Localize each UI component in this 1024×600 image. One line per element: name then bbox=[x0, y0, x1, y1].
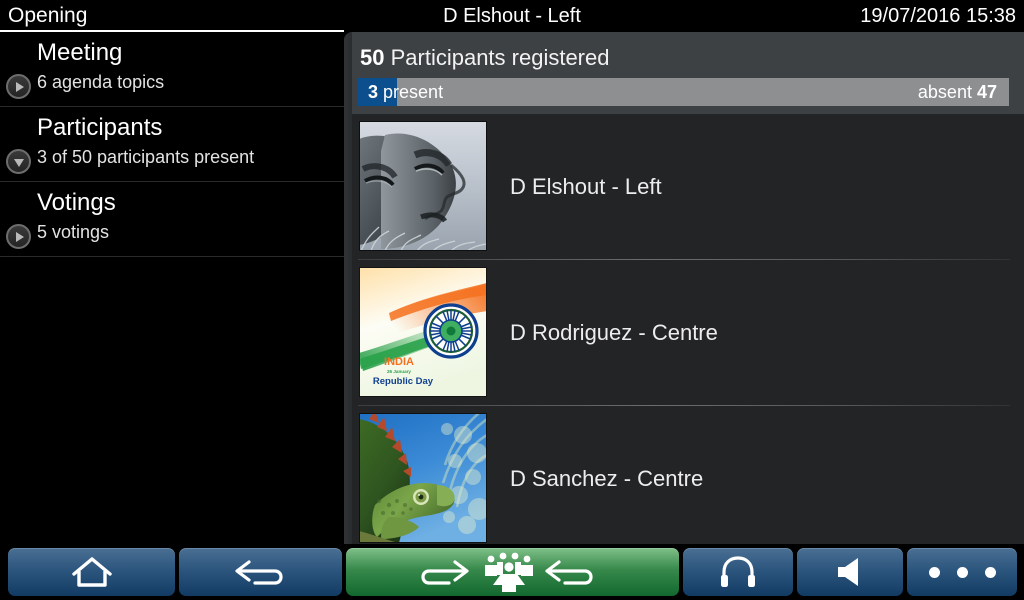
svg-text:Republic Day: Republic Day bbox=[373, 376, 434, 387]
back-arrow-icon bbox=[234, 560, 283, 585]
svg-text:26 January: 26 January bbox=[387, 369, 411, 374]
home-button[interactable] bbox=[8, 548, 175, 596]
sidebar-item-meeting-title: Meeting bbox=[37, 39, 123, 66]
list-item[interactable]: D Elshout - Left bbox=[344, 114, 1024, 260]
meeting-expand-toggle[interactable] bbox=[6, 74, 31, 99]
present-label: 3 present bbox=[368, 81, 443, 103]
participants-panel: 50 Participants registered 3 present abs… bbox=[344, 32, 1024, 544]
participant-name: D Rodriguez - Centre bbox=[510, 320, 718, 345]
attendance-progress-bar: 3 present absent 47 bbox=[358, 78, 1009, 106]
triangle-right-icon bbox=[16, 231, 24, 242]
registered-count-text: Participants registered bbox=[384, 45, 610, 70]
headphones-icon bbox=[721, 556, 755, 587]
sidebar-item-meeting-subtitle: 6 agenda topics bbox=[37, 72, 165, 92]
dot bbox=[928, 566, 940, 578]
sidebar-item-participants[interactable]: Participants 3 of 50 participants presen… bbox=[0, 107, 344, 182]
votings-expand-toggle[interactable] bbox=[6, 224, 31, 249]
dot bbox=[984, 566, 996, 578]
participant-thumbnail[interactable] bbox=[359, 121, 487, 251]
sidebar-item-votings[interactable]: Votings 5 votings bbox=[0, 182, 344, 257]
registered-count-label: 50 Participants registered bbox=[360, 44, 609, 72]
present-count: 3 bbox=[368, 82, 379, 102]
meeting-mode-button[interactable] bbox=[346, 548, 679, 596]
application-window: Opening D Elshout - Left 19/07/2016 15:3… bbox=[0, 0, 1024, 600]
dot bbox=[956, 566, 968, 578]
datetime-label: 19/07/2016 15:38 bbox=[860, 5, 1016, 27]
absent-label: absent 47 bbox=[918, 81, 997, 103]
speaker-button[interactable] bbox=[797, 548, 903, 596]
speaker-icon bbox=[838, 558, 858, 586]
list-item[interactable]: D Sanchez - Centre bbox=[344, 406, 1024, 544]
green-iguana-photo bbox=[359, 413, 487, 543]
home-icon bbox=[71, 557, 112, 587]
india-republic-day-flag-photo: INDIA 26 January Republic Day bbox=[359, 267, 487, 397]
participant-thumbnail[interactable]: INDIA 26 January Republic Day bbox=[359, 267, 487, 397]
bottom-toolbar bbox=[0, 544, 1024, 600]
headphones-button[interactable] bbox=[683, 548, 793, 596]
stone-face-sculpture-photo bbox=[359, 121, 487, 251]
sidebar-item-meeting[interactable]: Meeting 6 agenda topics bbox=[0, 32, 344, 107]
participants-collapse-toggle[interactable] bbox=[6, 149, 31, 174]
back-arrow-icon bbox=[544, 560, 593, 585]
three-dots-icon bbox=[928, 566, 996, 578]
forward-arrow-icon bbox=[420, 560, 469, 585]
participant-thumbnail[interactable] bbox=[359, 413, 487, 543]
absent-text: absent bbox=[917, 82, 972, 102]
participant-name: D Elshout - Left bbox=[510, 174, 662, 199]
list-item[interactable]: INDIA 26 January Republic Day D Rodrigue… bbox=[344, 260, 1024, 406]
svg-text:INDIA: INDIA bbox=[384, 356, 414, 368]
meeting-mode-icon-group bbox=[420, 552, 593, 592]
sidebar-item-votings-subtitle: 5 votings bbox=[37, 222, 110, 242]
registered-count-value: 50 bbox=[360, 45, 385, 70]
sidebar-item-votings-title: Votings bbox=[37, 189, 116, 216]
absent-count: 47 bbox=[976, 82, 997, 102]
conference-group-icon bbox=[484, 552, 533, 592]
sidebar-item-participants-title: Participants bbox=[37, 114, 163, 141]
participants-panel-header: 50 Participants registered 3 present abs… bbox=[344, 32, 1024, 114]
participants-list[interactable]: D Elshout - Left INDIA 26 January Republ… bbox=[344, 114, 1024, 544]
sidebar-item-participants-subtitle: 3 of 50 participants present bbox=[37, 147, 255, 167]
triangle-down-icon bbox=[13, 159, 24, 167]
sidebar-empty-area bbox=[0, 289, 344, 544]
triangle-right-icon bbox=[16, 81, 24, 92]
participant-name: D Sanchez - Centre bbox=[510, 466, 704, 491]
present-text: present bbox=[383, 82, 444, 102]
back-button[interactable] bbox=[179, 548, 342, 596]
sidebar: Meeting 6 agenda topics Participants 3 o… bbox=[0, 32, 344, 544]
title-bar: Opening D Elshout - Left 19/07/2016 15:3… bbox=[0, 0, 1024, 32]
more-button[interactable] bbox=[907, 548, 1017, 596]
